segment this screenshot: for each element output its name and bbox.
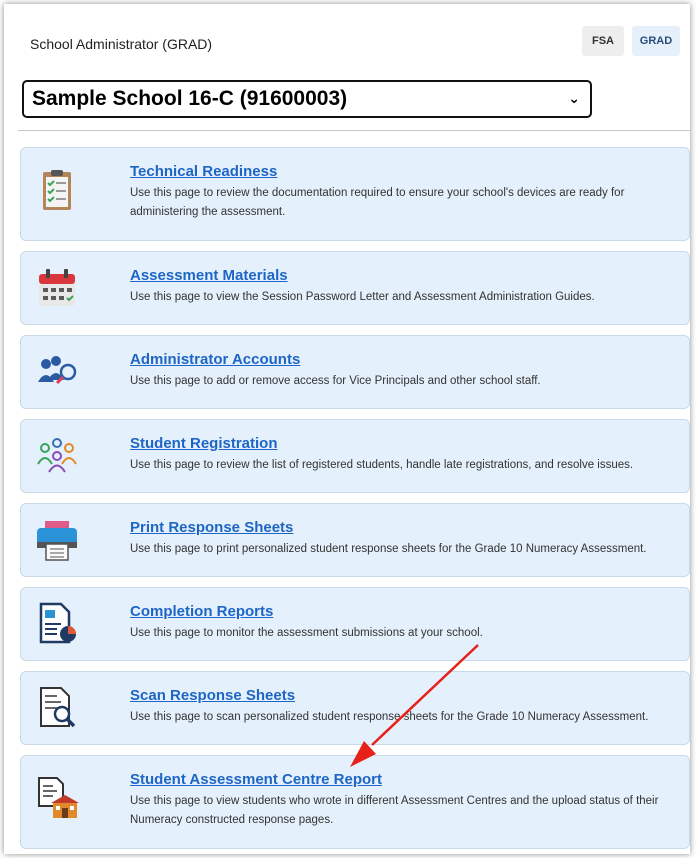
card-title[interactable]: Print Response Sheets [130,519,293,536]
card-description: Use this page to review the documentatio… [130,187,625,218]
card-description: Use this page to view the Session Passwo… [130,291,595,303]
card-description: Use this page to print personalized stud… [130,543,647,555]
admin-panel: School Administrator (GRAD) FSA GRAD Sam… [4,4,690,854]
chevron-down-icon: ⌄ [568,90,580,106]
card-title[interactable]: Technical Readiness [130,163,277,180]
card-description: Use this page to add or remove access fo… [130,375,541,387]
card-title[interactable]: Student Registration [130,435,278,452]
card-technical-readiness: Technical Readiness Use this page to rev… [20,147,690,241]
document-school-icon [38,777,79,818]
card-title[interactable]: Completion Reports [130,603,273,620]
clipboard-checklist-icon [43,170,71,210]
students-group-icon [37,438,77,473]
printer-icon [37,521,77,561]
card-title[interactable]: Scan Response Sheets [130,687,295,704]
card-assessment-materials: Assessment Materials Use this page to vi… [20,251,690,325]
card-description: Use this page to review the list of regi… [130,459,634,471]
card-completion-reports: Completion Reports Use this page to moni… [20,587,690,661]
school-select[interactable]: Sample School 16-C (91600003) ⌄ [22,80,592,118]
card-print-response-sheets: Print Response Sheets Use this page to p… [20,503,690,577]
card-scan-response-sheets: Scan Response Sheets Use this page to sc… [20,671,690,745]
card-title[interactable]: Student Assessment Centre Report [130,771,382,788]
header: School Administrator (GRAD) FSA GRAD [4,4,690,74]
card-description: Use this page to view students who wrote… [130,795,659,826]
card-student-assessment-centre-report: Student Assessment Centre Report Use thi… [20,755,690,849]
card-title[interactable]: Administrator Accounts [130,351,300,368]
role-label: School Administrator (GRAD) [30,36,213,52]
card-student-registration: Student Registration Use this page to re… [20,419,690,493]
card-title[interactable]: Assessment Materials [130,267,288,284]
divider [18,130,690,131]
calendar-icon [39,269,75,306]
card-description: Use this page to scan personalized stude… [130,711,649,723]
document-search-icon [40,687,76,728]
report-chart-icon [39,602,76,644]
card-description: Use this page to monitor the assessment … [130,627,483,639]
card-administrator-accounts: Administrator Accounts Use this page to … [20,335,690,409]
fsa-switch-button[interactable]: FSA [582,26,624,56]
grad-switch-button[interactable]: GRAD [632,26,680,56]
users-search-icon [38,356,77,385]
school-select-value: Sample School 16-C (91600003) [32,87,348,110]
